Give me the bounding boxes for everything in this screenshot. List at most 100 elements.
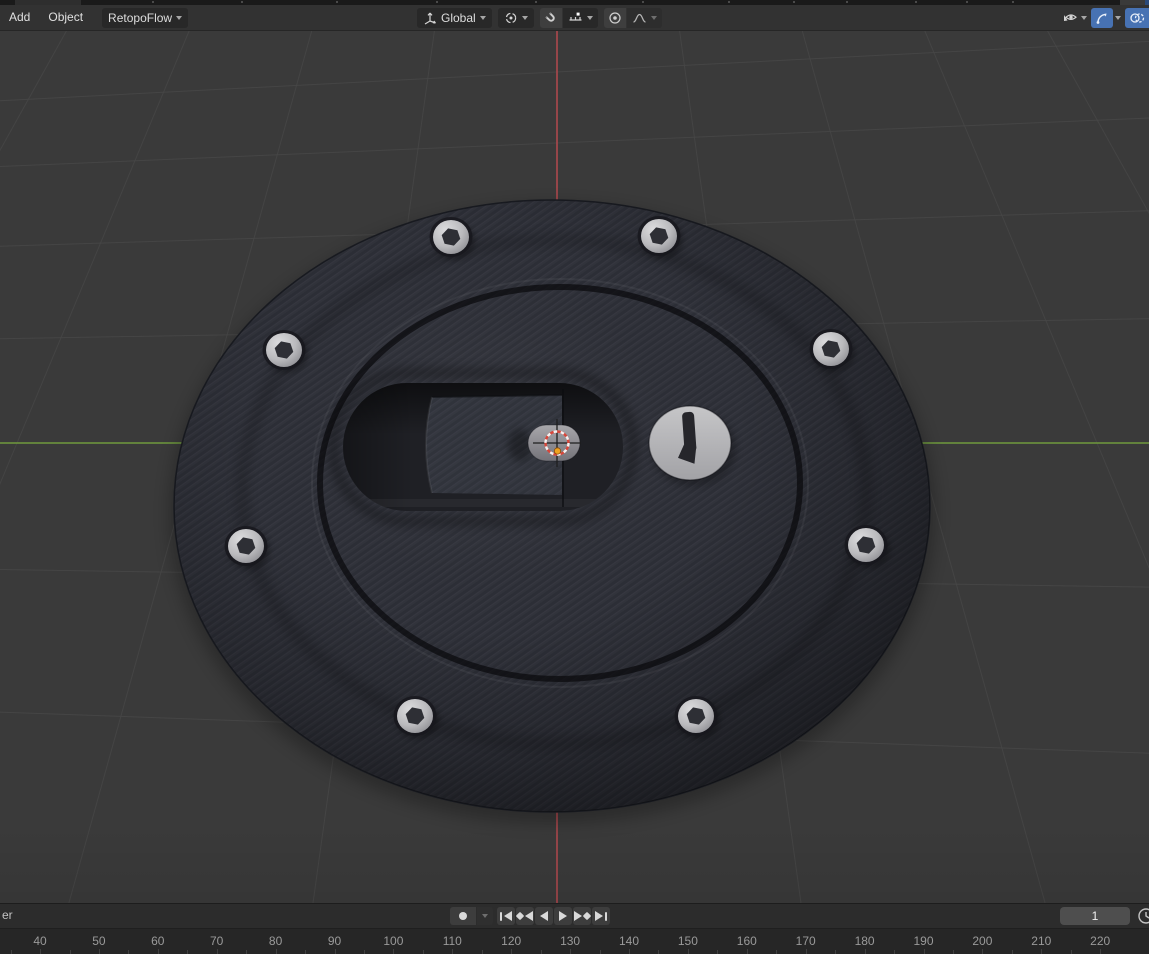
snap-with-dropdown[interactable] bbox=[562, 7, 598, 28]
next-keyframe-button[interactable] bbox=[573, 907, 592, 925]
proportional-editing-icon bbox=[608, 11, 622, 25]
ruler-tick bbox=[1011, 950, 1013, 954]
ruler-frame-label: 170 bbox=[795, 934, 816, 948]
blender-window: Add Object RetopoFlow Global er 1 40 50 … bbox=[0, 0, 1149, 954]
ruler-frame-label: 150 bbox=[677, 934, 698, 948]
overlays-toggle-button[interactable] bbox=[1125, 7, 1149, 28]
timeline-header: er 1 bbox=[0, 903, 1149, 928]
ruler-frame-label: 200 bbox=[972, 934, 993, 948]
ruler-tick bbox=[658, 950, 660, 954]
viewport-3d[interactable] bbox=[0, 31, 1149, 903]
ruler-tick bbox=[246, 950, 248, 954]
falloff-dropdown[interactable] bbox=[626, 7, 662, 28]
ruler-frame-label: 40 bbox=[33, 934, 47, 948]
play-reverse-button[interactable] bbox=[535, 907, 553, 925]
ruler-tick bbox=[570, 949, 572, 954]
record-icon bbox=[459, 912, 467, 920]
menu-add[interactable]: Add bbox=[0, 5, 39, 30]
ruler-tick bbox=[275, 949, 277, 954]
ruler-tick bbox=[422, 950, 424, 954]
jump-to-end-icon bbox=[595, 911, 603, 921]
ruler-tick bbox=[1070, 950, 1072, 954]
ruler-tick bbox=[746, 949, 748, 954]
play-forward-icon bbox=[559, 911, 567, 921]
object-visibility-dropdown[interactable] bbox=[1062, 10, 1087, 25]
viewport-header: Add Object RetopoFlow Global bbox=[0, 5, 1149, 31]
ruler-tick bbox=[864, 949, 866, 954]
ruler-tick bbox=[923, 949, 925, 954]
ruler-tick bbox=[835, 950, 837, 954]
ruler-tick bbox=[952, 950, 954, 954]
snap-increment-icon bbox=[568, 11, 583, 25]
ruler-frame-label: 70 bbox=[210, 934, 224, 948]
topbar-tick bbox=[642, 1, 644, 3]
overlays-icon bbox=[1129, 11, 1145, 25]
ruler-tick bbox=[776, 950, 778, 954]
ruler-tick bbox=[687, 949, 689, 954]
ruler-tick bbox=[481, 950, 483, 954]
ruler-frame-label: 140 bbox=[618, 934, 640, 948]
orientation-value: Global bbox=[441, 10, 476, 25]
chevron-down-icon bbox=[482, 914, 488, 918]
current-frame-clock-icon bbox=[1136, 907, 1149, 925]
menu-object[interactable]: Object bbox=[39, 5, 92, 30]
ruler-tick bbox=[187, 950, 189, 954]
chevron-down-icon bbox=[1081, 15, 1087, 20]
keying-dropdown[interactable] bbox=[477, 907, 493, 925]
ruler-tick bbox=[334, 949, 336, 954]
ruler-frame-label: 50 bbox=[92, 934, 106, 948]
jump-to-start-button[interactable] bbox=[497, 907, 515, 925]
ruler-tick bbox=[717, 950, 719, 954]
ruler-tick bbox=[982, 949, 984, 954]
prev-keyframe-button[interactable] bbox=[515, 907, 534, 925]
ruler-tick bbox=[1041, 949, 1043, 954]
ruler-frame-label: 160 bbox=[736, 934, 757, 948]
ruler-tick bbox=[128, 950, 130, 954]
chevron-down-icon bbox=[586, 15, 593, 20]
ruler-frame-label: 90 bbox=[327, 934, 342, 948]
ruler-tick bbox=[599, 950, 601, 954]
current-frame-field[interactable]: 1 bbox=[1060, 907, 1130, 925]
ruler-tick bbox=[511, 949, 513, 954]
topbar-tick bbox=[966, 1, 968, 3]
ruler-frame-label: 180 bbox=[854, 934, 875, 948]
pivot-point-icon bbox=[504, 11, 518, 25]
jump-to-end-button[interactable] bbox=[592, 907, 610, 925]
auto-keying-record-button[interactable] bbox=[450, 907, 476, 925]
topbar-tick bbox=[793, 1, 795, 3]
next-keyframe-icon bbox=[574, 911, 582, 921]
ruler-tick bbox=[1100, 949, 1102, 954]
ruler-tick bbox=[363, 950, 365, 954]
ruler-tick bbox=[69, 950, 71, 954]
ruler-tick bbox=[40, 949, 41, 954]
play-forward-button[interactable] bbox=[554, 907, 572, 925]
proportional-editing-toggle[interactable] bbox=[603, 7, 626, 28]
timeline-ruler[interactable]: 40 50 60 70 80 90 100 110 120 130 140 150 160 170 180 1… bbox=[0, 928, 1149, 954]
ruler-frame-label: 120 bbox=[501, 934, 522, 948]
ruler-frame-label: 80 bbox=[268, 934, 283, 948]
transform-orientation-dropdown[interactable]: Global bbox=[417, 7, 492, 28]
fuel-cap-object[interactable] bbox=[169, 199, 935, 824]
gizmo-toggle-button[interactable] bbox=[1091, 7, 1113, 28]
pivot-point-dropdown[interactable] bbox=[497, 7, 534, 28]
jump-to-start-icon bbox=[500, 911, 502, 921]
topbar-tick bbox=[152, 1, 154, 3]
ruler-tick bbox=[10, 950, 12, 954]
ruler-tick bbox=[540, 950, 542, 954]
topbar-tick bbox=[436, 1, 438, 3]
timeline-menu-partial[interactable]: er bbox=[2, 908, 13, 922]
ruler-tick bbox=[452, 949, 454, 954]
snap-toggle-button[interactable] bbox=[539, 7, 562, 28]
chevron-down-icon bbox=[176, 15, 183, 20]
chevron-down-icon bbox=[650, 15, 657, 20]
ruler-frame-label: 130 bbox=[560, 934, 581, 948]
ruler-tick bbox=[805, 949, 807, 954]
retopoflow-dropdown[interactable]: RetopoFlow bbox=[102, 7, 189, 28]
ruler-frame-label: 60 bbox=[151, 934, 165, 948]
gizmo-icon bbox=[1095, 11, 1109, 25]
object-visibility-eye-icon bbox=[1062, 10, 1079, 25]
chevron-down-icon bbox=[1115, 15, 1121, 20]
ruler-tick bbox=[393, 949, 395, 954]
ruler-frame-label: 220 bbox=[1090, 934, 1111, 948]
ruler-tick bbox=[894, 950, 895, 954]
